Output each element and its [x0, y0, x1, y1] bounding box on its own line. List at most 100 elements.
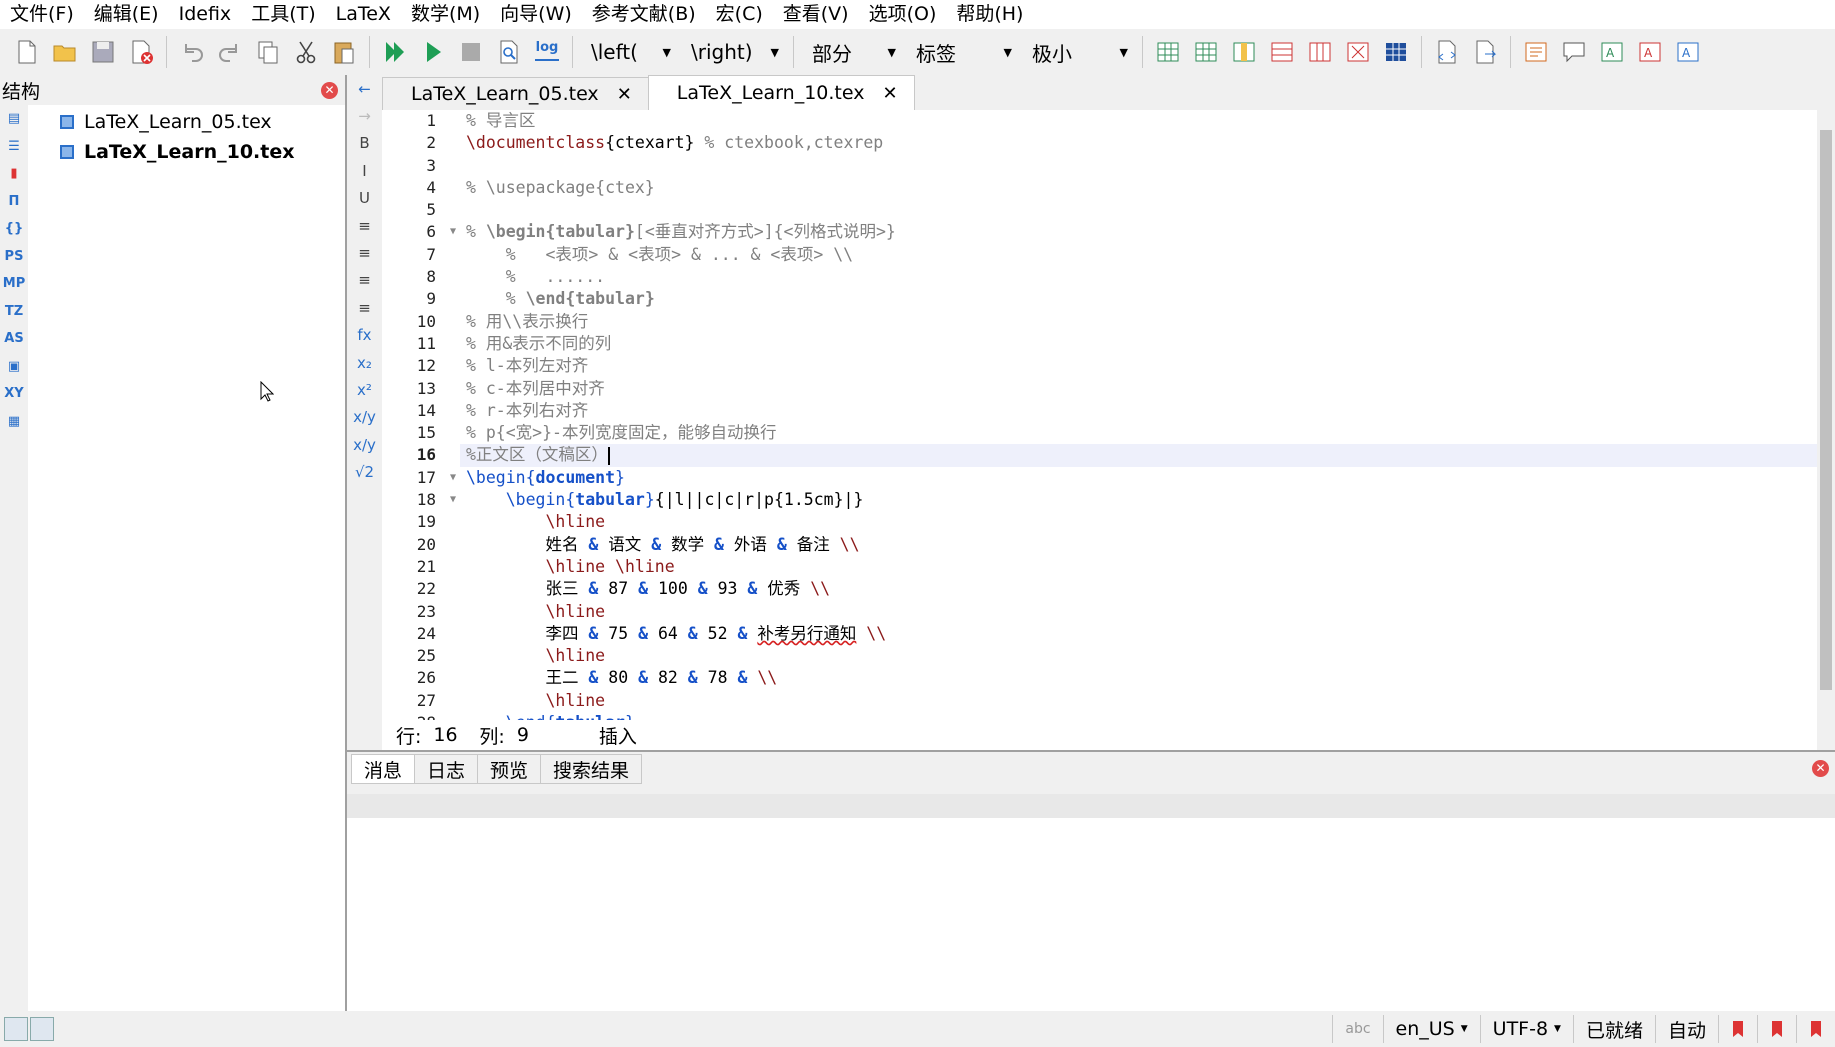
- code-line[interactable]: % \end{tabular}: [460, 288, 1817, 310]
- sidebar-xy-button[interactable]: XY: [0, 380, 28, 408]
- code-line[interactable]: % r-本列右对齐: [460, 400, 1817, 422]
- code-line[interactable]: \documentclass{ctexart} % ctexbook,ctexr…: [460, 132, 1817, 154]
- subscript-icon[interactable]: x₂: [347, 349, 382, 376]
- label-combo[interactable]: 标签 ▼: [906, 34, 1018, 70]
- fold-arrow-icon[interactable]: ▼: [450, 489, 456, 511]
- menu-item[interactable]: 选项(O): [859, 0, 947, 29]
- comment-bubble-icon[interactable]: [1556, 34, 1592, 70]
- menu-item[interactable]: 文件(F): [0, 0, 84, 29]
- structure-file-item[interactable]: LaTeX_Learn_05.tex: [28, 107, 346, 137]
- code-line[interactable]: % ......: [460, 266, 1817, 288]
- redo-icon[interactable]: [212, 34, 248, 70]
- save-icon[interactable]: [85, 34, 121, 70]
- align-left-icon[interactable]: ≡: [347, 212, 382, 239]
- align-right-icon[interactable]: ≡: [347, 267, 382, 294]
- right-delimiter-combo[interactable]: \right) ▼: [681, 34, 785, 70]
- close-tab-icon[interactable]: ✕: [617, 84, 632, 105]
- code-line[interactable]: 王二 & 80 & 82 & 78 & \\: [460, 667, 1817, 689]
- menu-item[interactable]: 工具(T): [241, 0, 325, 29]
- undo-icon[interactable]: [174, 34, 210, 70]
- close-tab-icon[interactable]: ✕: [882, 83, 897, 104]
- fold-arrow-icon[interactable]: ▼: [450, 221, 456, 243]
- sidebar-mp-button[interactable]: MP: [0, 270, 28, 298]
- code-line[interactable]: 姓名 & 语文 & 数学 & 外语 & 备注 \\: [460, 534, 1817, 556]
- menu-item[interactable]: 帮助(H): [946, 0, 1033, 29]
- auto-status[interactable]: 自动: [1654, 1015, 1718, 1043]
- picture-icon[interactable]: ▣: [0, 353, 28, 381]
- close-file-icon[interactable]: [123, 34, 159, 70]
- dfrac-icon[interactable]: x/y: [347, 431, 382, 458]
- menu-item[interactable]: 参考文献(B): [582, 0, 706, 29]
- code-line[interactable]: [460, 155, 1817, 177]
- menu-item[interactable]: 向导(W): [490, 0, 582, 29]
- fold-arrow-icon[interactable]: ▼: [450, 467, 456, 489]
- brackets-icon[interactable]: {}: [0, 215, 28, 243]
- menu-item[interactable]: 宏(C): [706, 0, 773, 29]
- code-line[interactable]: % l-本列左对齐: [460, 355, 1817, 377]
- code-line[interactable]: % 用\\表示换行: [460, 311, 1817, 333]
- newline-icon[interactable]: ≡: [347, 294, 382, 321]
- sidebar-tz-button[interactable]: TZ: [0, 298, 28, 326]
- code-line[interactable]: [460, 199, 1817, 221]
- table-format-icon[interactable]: [1378, 34, 1414, 70]
- message-tab-3[interactable]: 预览: [477, 754, 542, 784]
- sidebar-as-button[interactable]: AS: [0, 325, 28, 353]
- language-selector[interactable]: en_US ▼: [1382, 1015, 1480, 1043]
- code-line[interactable]: % <表项> & <表项> & ... & <表项> \\: [460, 244, 1817, 266]
- close-structure-panel-icon[interactable]: ✕: [321, 81, 338, 99]
- align-center-icon[interactable]: ≡: [347, 239, 382, 266]
- back-arrow-icon[interactable]: ←: [347, 75, 382, 102]
- code-line[interactable]: % 用&表示不同的列: [460, 333, 1817, 355]
- table-cut-icon[interactable]: [1340, 34, 1376, 70]
- bookmark-next-icon[interactable]: [1796, 1015, 1835, 1043]
- code-line[interactable]: 张三 & 87 & 100 & 93 & 优秀 \\: [460, 578, 1817, 600]
- export-icon[interactable]: [1467, 34, 1503, 70]
- sqrt-icon[interactable]: √2: [347, 458, 382, 485]
- left-delimiter-combo[interactable]: \left(▼: [581, 34, 677, 70]
- code-line[interactable]: % 导言区: [460, 110, 1817, 132]
- table-add-column-icon[interactable]: [1226, 34, 1262, 70]
- code-line[interactable]: \hline: [460, 511, 1817, 533]
- sidebar-ps-button[interactable]: PS: [0, 243, 28, 271]
- table-add-row-icon[interactable]: [1188, 34, 1224, 70]
- underline-button[interactable]: U: [347, 185, 382, 212]
- table-delete-row-icon[interactable]: [1264, 34, 1300, 70]
- stop-icon[interactable]: [453, 34, 489, 70]
- convert-to-html-icon[interactable]: [1429, 34, 1465, 70]
- code-editor[interactable]: % 导言区 \documentclass{ctexart} % ctexbook,…: [460, 110, 1817, 720]
- message-tab-1[interactable]: 消息: [351, 754, 416, 784]
- code-line[interactable]: \hline: [460, 690, 1817, 712]
- message-tab-4[interactable]: 搜索结果: [540, 754, 643, 784]
- encoding-selector[interactable]: UTF-8 ▼: [1479, 1015, 1573, 1043]
- section-combo[interactable]: 部分 ▼: [802, 34, 902, 70]
- code-line[interactable]: \hline: [460, 645, 1817, 667]
- text-box-red-icon[interactable]: A: [1632, 34, 1668, 70]
- menu-item[interactable]: 查看(V): [773, 0, 859, 29]
- code-line[interactable]: \hline: [460, 601, 1817, 623]
- code-line[interactable]: % \usepackage{ctex}: [460, 177, 1817, 199]
- compile-icon[interactable]: [415, 34, 451, 70]
- code-line[interactable]: % \begin{tabular}[<垂直对齐方式>]{<列格式说明>}: [460, 221, 1817, 243]
- build-view-icon[interactable]: [377, 34, 413, 70]
- code-line[interactable]: \end{tabular}: [460, 712, 1817, 720]
- table-delete-column-icon[interactable]: [1302, 34, 1338, 70]
- message-tab-2[interactable]: 日志: [414, 754, 479, 784]
- menu-item[interactable]: 编辑(E): [84, 0, 169, 29]
- copy-icon[interactable]: [250, 34, 286, 70]
- text-box-green-icon[interactable]: A: [1594, 34, 1630, 70]
- forward-arrow-icon[interactable]: →: [347, 102, 382, 129]
- paste-icon[interactable]: [326, 34, 362, 70]
- toggle-messages-button[interactable]: [30, 1017, 54, 1041]
- menu-item[interactable]: Idefix: [169, 0, 242, 29]
- block-icon[interactable]: ▦: [0, 408, 28, 436]
- tab-1[interactable]: LaTeX_Learn_05.tex ✕: [382, 77, 649, 110]
- text-frame-icon[interactable]: [1518, 34, 1554, 70]
- bookmark-icon[interactable]: ▮: [0, 160, 28, 188]
- toc-icon[interactable]: ☰: [0, 133, 28, 161]
- structure-icon[interactable]: ▤: [0, 105, 28, 133]
- code-line[interactable]: \begin{tabular}{|l||c|c|r|p{1.5cm}|}: [460, 489, 1817, 511]
- view-pdf-icon[interactable]: [491, 34, 527, 70]
- close-message-panel-icon[interactable]: ✕: [1812, 760, 1829, 777]
- fraction-icon[interactable]: x/y: [347, 404, 382, 431]
- code-line[interactable]: 李四 & 75 & 64 & 52 & 补考另行通知 \\: [460, 623, 1817, 645]
